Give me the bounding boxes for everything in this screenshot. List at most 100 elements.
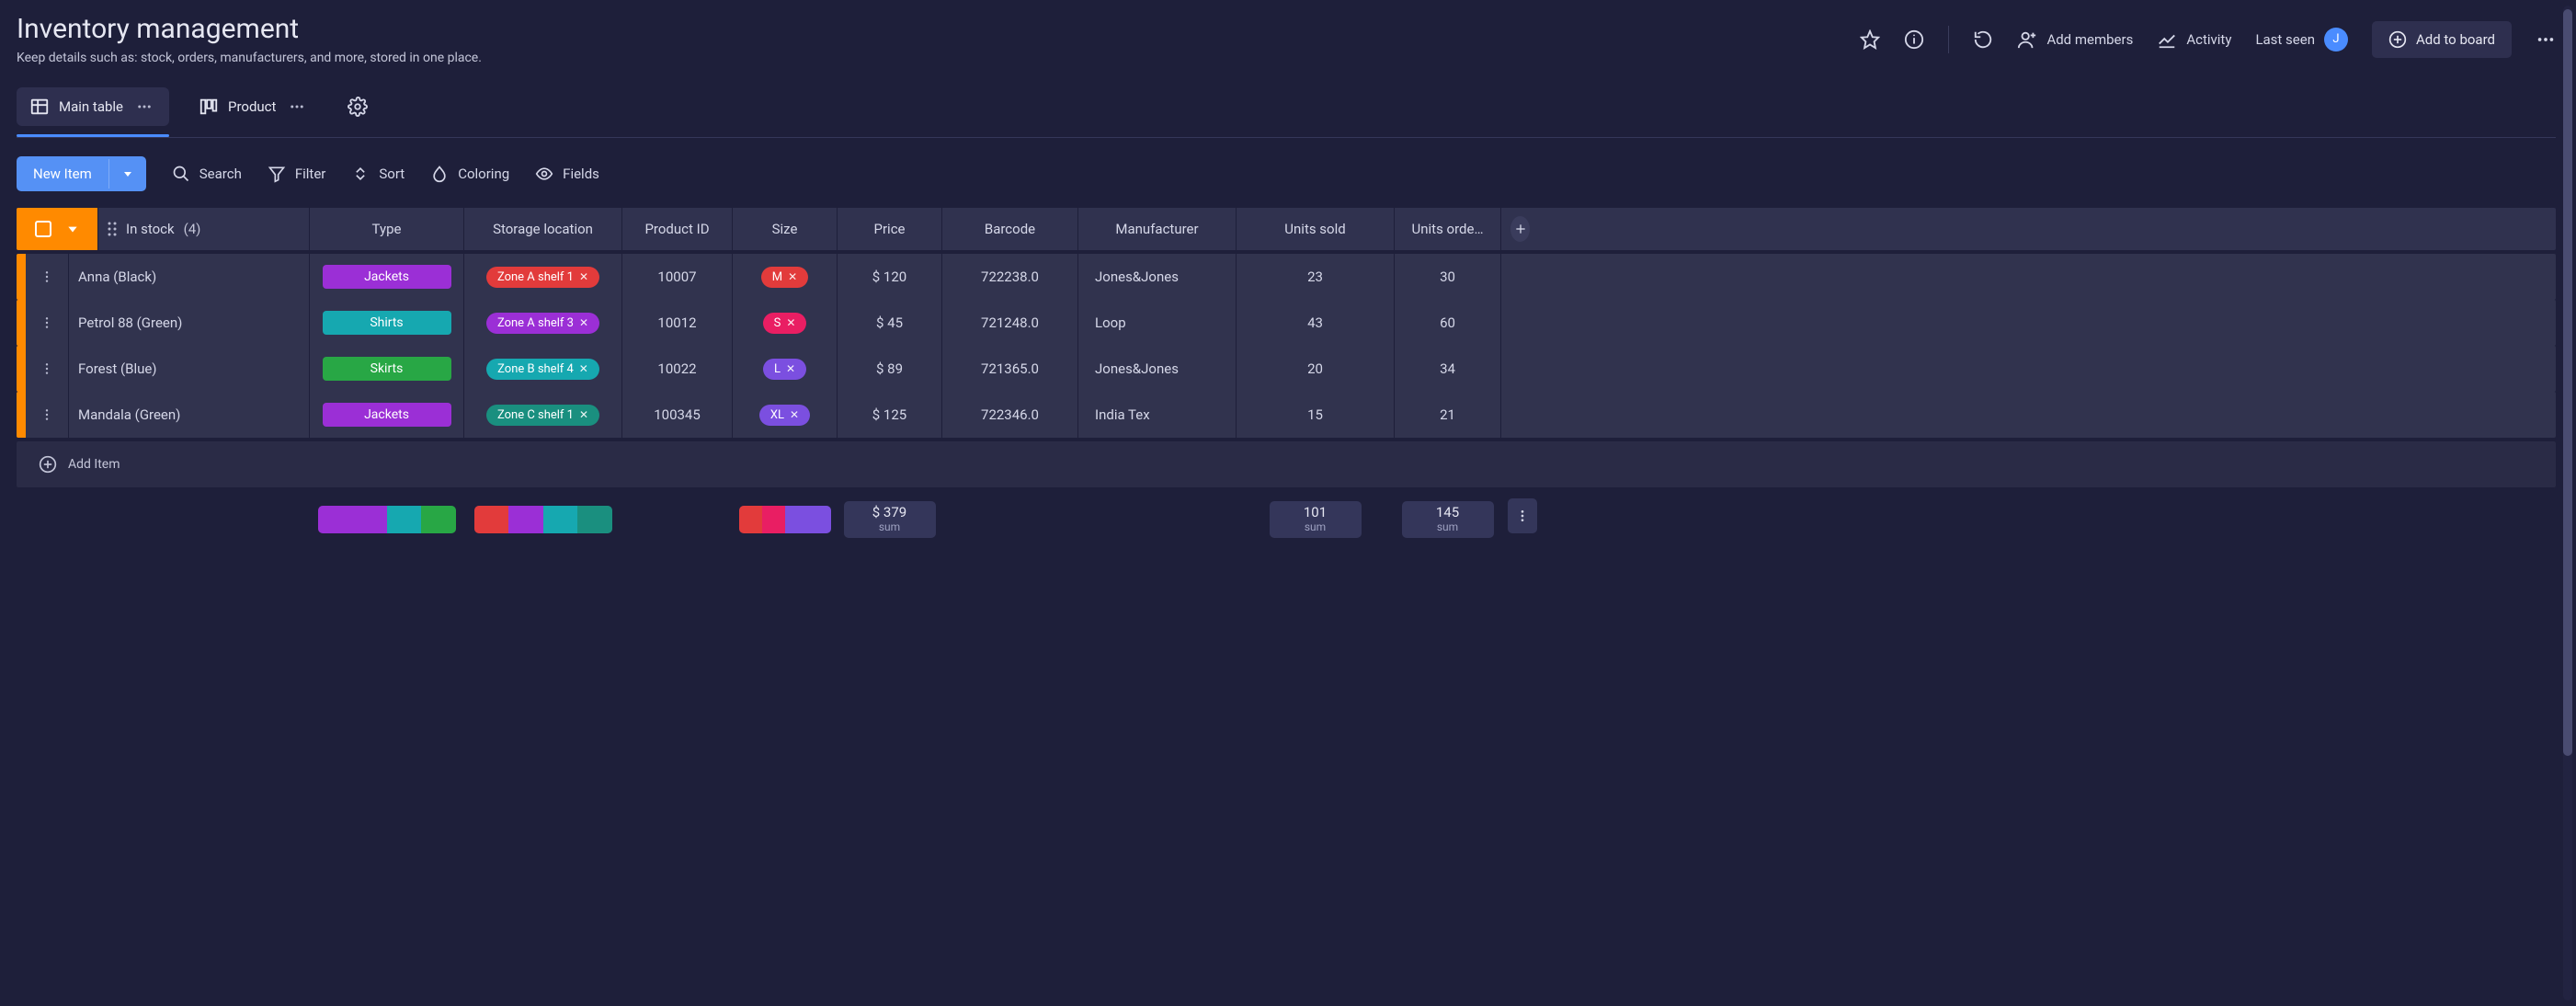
close-icon[interactable]: ✕ <box>579 270 588 283</box>
cell-manufacturer[interactable]: Jones&Jones <box>1077 254 1236 300</box>
price-sum[interactable]: $ 379 sum <box>844 501 936 537</box>
column-header-name[interactable]: In stock (4) <box>97 208 309 250</box>
chevron-down-icon[interactable] <box>66 223 79 235</box>
column-header-price[interactable]: Price <box>837 208 941 250</box>
scrollbar-thumb[interactable] <box>2563 9 2572 756</box>
cell-storage[interactable]: Zone B shelf 4✕ <box>463 346 621 392</box>
row-menu[interactable] <box>26 254 68 300</box>
filter-button[interactable]: Filter <box>268 165 326 183</box>
cell-product-id[interactable]: 100345 <box>621 392 732 438</box>
info-button[interactable] <box>1904 29 1924 50</box>
close-icon[interactable]: ✕ <box>579 316 588 329</box>
cell-units-sold[interactable]: 23 <box>1236 254 1394 300</box>
search-button[interactable]: Search <box>172 165 242 183</box>
cell-size[interactable]: S✕ <box>732 300 837 346</box>
table-row[interactable]: Anna (Black) Jackets Zone A shelf 1✕ 100… <box>17 254 2556 300</box>
fields-button[interactable]: Fields <box>535 165 599 183</box>
column-header-manufacturer[interactable]: Manufacturer <box>1077 208 1236 250</box>
group-select-all[interactable] <box>17 208 97 250</box>
cell-size[interactable]: L✕ <box>732 346 837 392</box>
row-menu[interactable] <box>26 346 68 392</box>
view-product[interactable]: Product <box>186 87 322 126</box>
dots-vertical-icon <box>40 315 54 330</box>
close-icon[interactable]: ✕ <box>579 408 588 421</box>
sort-button[interactable]: Sort <box>351 165 405 183</box>
cell-product-id[interactable]: 10022 <box>621 346 732 392</box>
column-header-storage[interactable]: Storage location <box>463 208 621 250</box>
close-icon[interactable]: ✕ <box>790 408 799 421</box>
drop-icon <box>430 165 449 183</box>
cell-barcode[interactable]: 722238.0 <box>941 254 1077 300</box>
cell-type[interactable]: Skirts <box>309 346 463 392</box>
table-row[interactable]: Mandala (Green) Jackets Zone C shelf 1✕ … <box>17 392 2556 438</box>
cell-storage[interactable]: Zone A shelf 1✕ <box>463 254 621 300</box>
new-item-button[interactable]: New Item <box>17 156 146 191</box>
cell-type[interactable]: Jackets <box>309 254 463 300</box>
add-item-row[interactable]: Add Item <box>17 441 2556 487</box>
row-menu[interactable] <box>26 392 68 438</box>
cell-size[interactable]: M✕ <box>732 254 837 300</box>
column-header-size[interactable]: Size <box>732 208 837 250</box>
table-row[interactable]: Forest (Blue) Skirts Zone B shelf 4✕ 100… <box>17 346 2556 392</box>
cell-barcode[interactable]: 721248.0 <box>941 300 1077 346</box>
cell-product-id[interactable]: 10012 <box>621 300 732 346</box>
column-header-units-ordered[interactable]: Units orde… <box>1394 208 1500 250</box>
add-to-board-button[interactable]: Add to board <box>2372 21 2512 58</box>
column-header-product-id[interactable]: Product ID <box>621 208 732 250</box>
cell-units-sold[interactable]: 20 <box>1236 346 1394 392</box>
cell-name[interactable]: Mandala (Green) <box>68 392 309 438</box>
close-icon[interactable]: ✕ <box>786 316 795 329</box>
cell-manufacturer[interactable]: India Tex <box>1077 392 1236 438</box>
settings-button[interactable] <box>348 97 368 117</box>
cell-barcode[interactable]: 722346.0 <box>941 392 1077 438</box>
sort-label: Sort <box>379 166 405 182</box>
cell-storage[interactable]: Zone C shelf 1✕ <box>463 392 621 438</box>
activity-button[interactable]: Activity <box>2157 29 2231 50</box>
cell-price[interactable]: $ 45 <box>837 300 941 346</box>
checkbox[interactable] <box>35 221 51 237</box>
view-main-table[interactable]: Main table <box>17 87 169 126</box>
cell-size[interactable]: XL✕ <box>732 392 837 438</box>
cell-price[interactable]: $ 120 <box>837 254 941 300</box>
cell-units-ordered[interactable]: 34 <box>1394 346 1500 392</box>
cell-product-id[interactable]: 10007 <box>621 254 732 300</box>
table-row[interactable]: Petrol 88 (Green) Shirts Zone A shelf 3✕… <box>17 300 2556 346</box>
new-item-dropdown[interactable] <box>108 159 146 189</box>
units-sold-sum[interactable]: 101 sum <box>1270 501 1362 537</box>
more-menu[interactable] <box>2536 29 2556 50</box>
cell-units-ordered[interactable]: 21 <box>1394 392 1500 438</box>
close-icon[interactable]: ✕ <box>788 270 797 283</box>
refresh-button[interactable] <box>1973 29 1993 50</box>
add-column-button[interactable] <box>1500 208 1539 250</box>
cell-barcode[interactable]: 721365.0 <box>941 346 1077 392</box>
column-header-units-sold[interactable]: Units sold <box>1236 208 1394 250</box>
cell-units-sold[interactable]: 43 <box>1236 300 1394 346</box>
cell-units-ordered[interactable]: 60 <box>1394 300 1500 346</box>
cell-name[interactable]: Anna (Black) <box>68 254 309 300</box>
column-header-type[interactable]: Type <box>309 208 463 250</box>
view-main-table-menu[interactable] <box>132 98 156 115</box>
cell-price[interactable]: $ 125 <box>837 392 941 438</box>
cell-units-sold[interactable]: 15 <box>1236 392 1394 438</box>
cell-storage[interactable]: Zone A shelf 3✕ <box>463 300 621 346</box>
favorite-button[interactable] <box>1860 29 1880 50</box>
coloring-button[interactable]: Coloring <box>430 165 509 183</box>
cell-name[interactable]: Petrol 88 (Green) <box>68 300 309 346</box>
summary-menu[interactable] <box>1508 498 1537 533</box>
last-seen[interactable]: Last seen J <box>2255 28 2348 51</box>
close-icon[interactable]: ✕ <box>579 362 588 375</box>
cell-price[interactable]: $ 89 <box>837 346 941 392</box>
cell-units-ordered[interactable]: 30 <box>1394 254 1500 300</box>
scrollbar-vertical[interactable] <box>2563 6 2572 1000</box>
add-members-button[interactable]: Add members <box>2017 29 2133 50</box>
row-menu[interactable] <box>26 300 68 346</box>
cell-manufacturer[interactable]: Jones&Jones <box>1077 346 1236 392</box>
cell-type[interactable]: Jackets <box>309 392 463 438</box>
cell-manufacturer[interactable]: Loop <box>1077 300 1236 346</box>
column-header-barcode[interactable]: Barcode <box>941 208 1077 250</box>
close-icon[interactable]: ✕ <box>786 362 795 375</box>
units-ordered-sum[interactable]: 145 sum <box>1402 501 1494 537</box>
view-product-menu[interactable] <box>285 98 309 115</box>
cell-type[interactable]: Shirts <box>309 300 463 346</box>
cell-name[interactable]: Forest (Blue) <box>68 346 309 392</box>
